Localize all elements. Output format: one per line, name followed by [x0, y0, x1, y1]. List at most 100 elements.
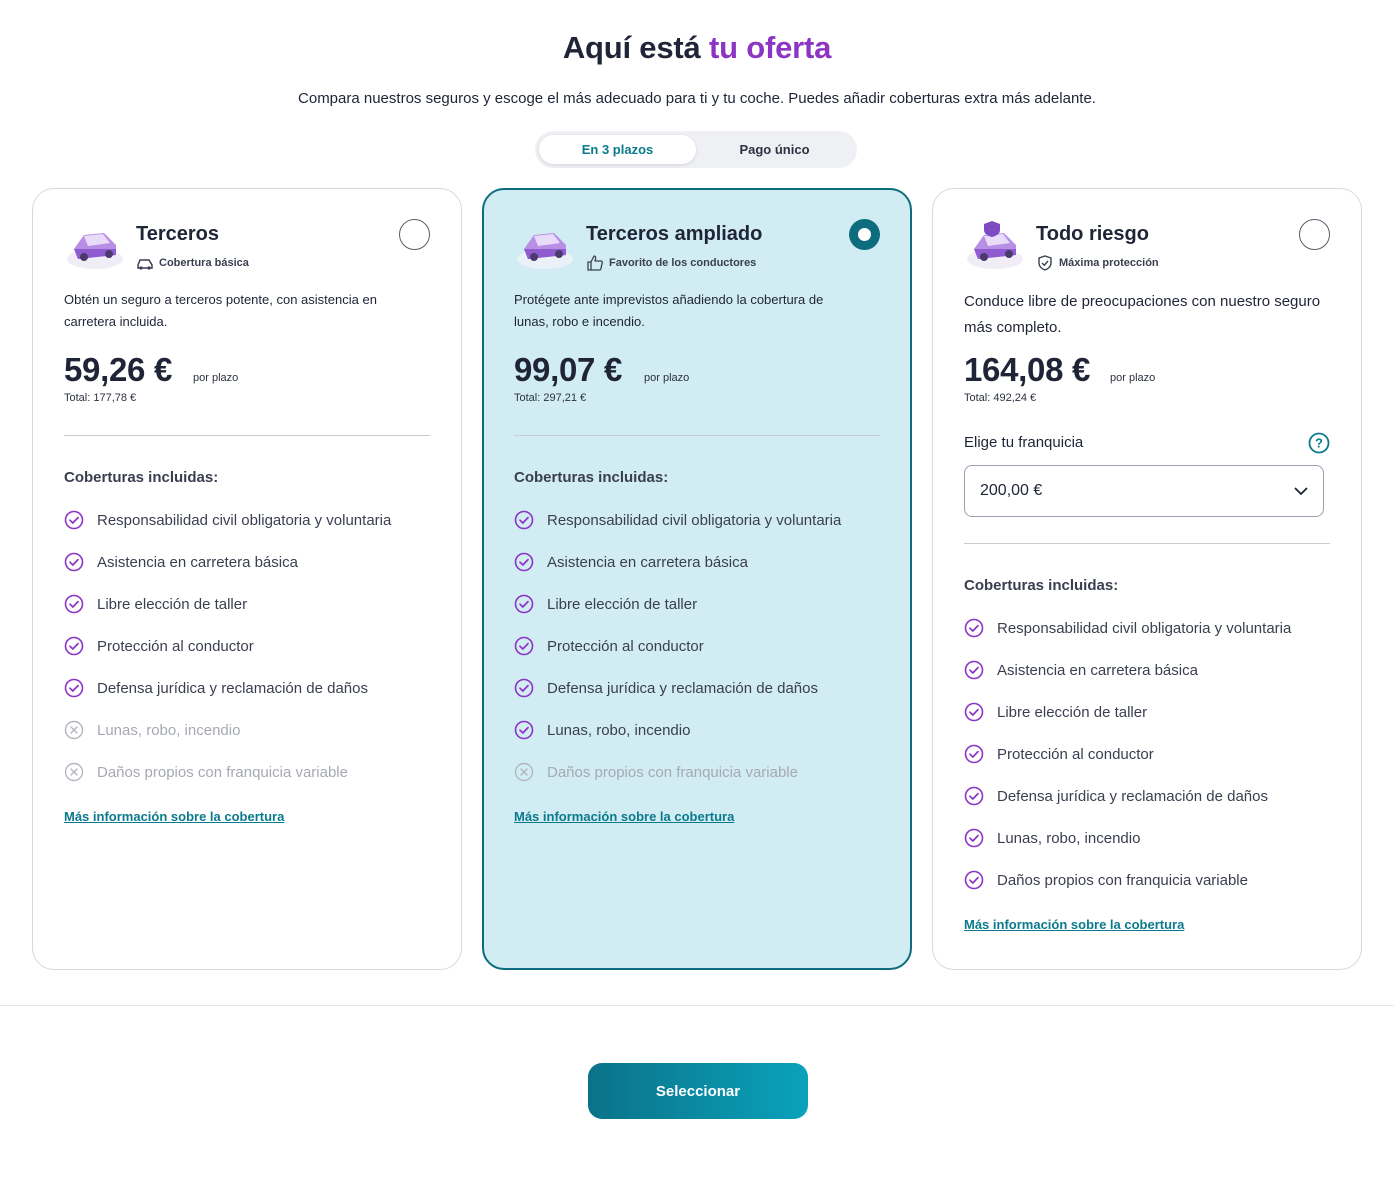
check-circle-icon — [964, 786, 984, 806]
divider — [964, 543, 1330, 544]
check-circle-icon — [64, 510, 84, 530]
divider — [64, 435, 430, 436]
plan-price: 99,07 € — [514, 351, 623, 388]
coverage-item: Responsabilidad civil obligatoria y volu… — [964, 607, 1344, 649]
coverage-item: Lunas, robo, incendio — [64, 709, 444, 751]
plan-name: Terceros ampliado — [586, 223, 763, 245]
plan-card-todo-riesgo[interactable]: Todo riesgo Máxima protección Conduce li… — [932, 188, 1362, 970]
plan-tag-label: Favorito de los conductores — [609, 257, 757, 269]
coverage-item: Protección al conductor — [64, 625, 444, 667]
coverage-item: Libre elección de taller — [964, 691, 1344, 733]
coverage-list: Responsabilidad civil obligatoria y volu… — [964, 607, 1344, 901]
check-circle-icon — [964, 660, 984, 680]
more-info-link[interactable]: Más información sobre la cobertura — [514, 809, 734, 824]
coverage-label: Responsabilidad civil obligatoria y volu… — [547, 511, 842, 529]
plan-tag: Cobertura básica — [136, 255, 249, 271]
coverage-item: Defensa jurídica y reclamación de daños — [964, 775, 1344, 817]
car-shield-illustration-icon — [967, 221, 1023, 269]
x-circle-icon — [64, 762, 84, 782]
coverages-title: Coberturas incluidas: — [514, 469, 669, 486]
plan-tag: Máxima protección — [1036, 255, 1159, 271]
divider — [514, 435, 880, 436]
plan-radio[interactable] — [399, 219, 430, 250]
more-info-link[interactable]: Más información sobre la cobertura — [964, 917, 1184, 932]
plan-radio[interactable] — [1299, 219, 1330, 250]
coverage-list: Responsabilidad civil obligatoria y volu… — [64, 499, 444, 793]
coverage-item: Asistencia en carretera básica — [964, 649, 1344, 691]
check-circle-icon — [64, 552, 84, 572]
check-circle-icon — [964, 744, 984, 764]
coverage-label: Daños propios con franquicia variable — [547, 763, 798, 781]
check-circle-icon — [64, 636, 84, 656]
coverage-label: Asistencia en carretera básica — [97, 553, 298, 571]
coverage-label: Libre elección de taller — [547, 595, 698, 613]
coverages-title: Coberturas incluidas: — [964, 577, 1119, 594]
check-circle-icon — [964, 828, 984, 848]
plan-tag-label: Máxima protección — [1059, 257, 1159, 269]
plan-total: Total: 297,21 € — [514, 392, 587, 404]
coverage-item: Asistencia en carretera básica — [514, 541, 894, 583]
coverage-label: Protección al conductor — [97, 637, 254, 655]
coverage-label: Protección al conductor — [547, 637, 704, 655]
toggle-option-single-payment[interactable]: Pago único — [696, 135, 853, 164]
car-illustration-icon — [517, 233, 573, 269]
page-title: Aquí está tu oferta — [0, 30, 1394, 66]
check-circle-icon — [514, 510, 534, 530]
page-title-accent: tu oferta — [708, 30, 832, 65]
plan-price: 164,08 € — [964, 351, 1091, 388]
check-circle-icon — [514, 636, 534, 656]
coverage-label: Defensa jurídica y reclamación de daños — [547, 679, 818, 697]
payment-toggle: En 3 plazos Pago único — [535, 131, 857, 168]
coverage-label: Lunas, robo, incendio — [97, 721, 241, 739]
coverage-label: Asistencia en carretera básica — [997, 661, 1198, 679]
coverage-label: Asistencia en carretera básica — [547, 553, 748, 571]
toggle-option-installments[interactable]: En 3 plazos — [539, 135, 696, 164]
plan-total: Total: 492,24 € — [964, 392, 1037, 404]
plan-price: 59,26 € — [64, 351, 173, 388]
help-icon[interactable]: ? — [1308, 432, 1330, 454]
coverage-label: Lunas, robo, incendio — [547, 721, 691, 739]
coverage-label: Daños propios con franquicia variable — [97, 763, 348, 781]
coverage-item: Defensa jurídica y reclamación de daños — [64, 667, 444, 709]
chevron-down-icon — [1294, 486, 1308, 495]
x-circle-icon — [514, 762, 534, 782]
shield-check-icon — [1038, 255, 1052, 271]
select-button[interactable]: Seleccionar — [588, 1063, 808, 1119]
coverage-label: Defensa jurídica y reclamación de daños — [97, 679, 368, 697]
plan-card-terceros-ampliado[interactable]: Terceros ampliado Favorito de los conduc… — [482, 188, 912, 970]
plan-radio[interactable] — [849, 219, 880, 250]
coverage-item: Lunas, robo, incendio — [514, 709, 894, 751]
check-circle-icon — [64, 678, 84, 698]
coverage-label: Lunas, robo, incendio — [997, 829, 1141, 847]
franchise-label: Elige tu franquicia — [964, 434, 1084, 451]
coverage-label: Daños propios con franquicia variable — [997, 871, 1248, 889]
coverage-item: Defensa jurídica y reclamación de daños — [514, 667, 894, 709]
x-circle-icon — [64, 720, 84, 740]
plan-description: Obtén un seguro a terceros potente, con … — [64, 292, 377, 329]
check-circle-icon — [514, 594, 534, 614]
check-circle-icon — [514, 552, 534, 572]
svg-text:?: ? — [1315, 436, 1323, 451]
plan-total: Total: 177,78 € — [64, 392, 137, 404]
coverage-item: Lunas, robo, incendio — [964, 817, 1344, 859]
car-illustration-icon — [67, 233, 123, 269]
check-circle-icon — [964, 618, 984, 638]
coverage-item: Daños propios con franquicia variable — [964, 859, 1344, 901]
page-title-main: Aquí está — [562, 30, 701, 65]
check-circle-icon — [64, 594, 84, 614]
coverage-label: Defensa jurídica y reclamación de daños — [997, 787, 1268, 805]
price-period: por plazo — [193, 372, 239, 384]
coverage-item: Protección al conductor — [964, 733, 1344, 775]
check-circle-icon — [964, 702, 984, 722]
plan-name: Todo riesgo — [1036, 223, 1149, 245]
coverage-item: Libre elección de taller — [514, 583, 894, 625]
more-info-link[interactable]: Más información sobre la cobertura — [64, 809, 284, 824]
coverage-label: Protección al conductor — [997, 745, 1154, 763]
coverage-label: Libre elección de taller — [997, 703, 1148, 721]
franchise-select[interactable]: 200,00 € — [964, 465, 1324, 517]
check-circle-icon — [964, 870, 984, 890]
price-period: por plazo — [1110, 372, 1156, 384]
plan-card-terceros[interactable]: Terceros Cobertura básica Obtén un segur… — [32, 188, 462, 970]
car-icon — [137, 259, 153, 270]
coverage-item: Daños propios con franquicia variable — [64, 751, 444, 793]
